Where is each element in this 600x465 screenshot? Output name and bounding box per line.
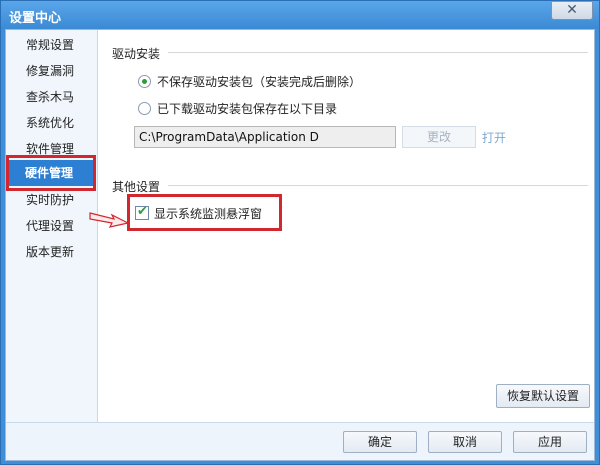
sidebar: 常规设置 修复漏洞 查杀木马 系统优化 软件管理 硬件管理 实时防护 代理设置 …: [6, 30, 98, 422]
client-area: 常规设置 修复漏洞 查杀木马 系统优化 软件管理 硬件管理 实时防护 代理设置 …: [5, 29, 595, 461]
close-button[interactable]: ✕: [551, 2, 593, 20]
open-folder-link[interactable]: 打开: [482, 129, 506, 146]
sidebar-item-proxy[interactable]: 代理设置: [6, 213, 97, 239]
footer-bar: 确定 取消 应用: [6, 422, 594, 460]
pointer-arrow-icon: [89, 212, 130, 228]
highlight-box-nav: [6, 155, 96, 191]
settings-window: 设置中心 ✕ 常规设置 修复漏洞 查杀木马 系统优化 软件管理 硬件管理 实时防…: [0, 0, 600, 465]
sidebar-item-trojan[interactable]: 查杀木马: [6, 84, 97, 110]
ok-button[interactable]: 确定: [343, 431, 417, 453]
highlight-box-checkbox: [127, 194, 282, 231]
sidebar-item-optimize[interactable]: 系统优化: [6, 110, 97, 136]
driver-path-field[interactable]: C:\ProgramData\Application D: [134, 126, 396, 148]
radio-no-keep-circle[interactable]: [138, 75, 151, 88]
sidebar-item-general[interactable]: 常规设置: [6, 32, 97, 58]
group-title-driver: 驱动安装: [112, 47, 161, 61]
sidebar-item-update[interactable]: 版本更新: [6, 239, 97, 265]
restore-defaults-button[interactable]: 恢复默认设置: [496, 384, 590, 408]
close-icon: ✕: [566, 2, 578, 18]
radio-keep-label: 已下载驱动安装包保存在以下目录: [157, 102, 338, 116]
group-divider: [168, 52, 588, 53]
window-title: 设置中心: [9, 11, 62, 26]
radio-keep-circle[interactable]: [138, 102, 151, 115]
radio-no-keep[interactable]: 不保存驱动安装包（安装完成后删除）: [138, 73, 438, 91]
cancel-button[interactable]: 取消: [428, 431, 502, 453]
sidebar-item-repair[interactable]: 修复漏洞: [6, 58, 97, 84]
radio-keep[interactable]: 已下载驱动安装包保存在以下目录: [138, 100, 438, 118]
title-bar[interactable]: 设置中心 ✕: [1, 1, 599, 29]
group-divider: [168, 185, 588, 186]
apply-button[interactable]: 应用: [513, 431, 587, 453]
radio-no-keep-label: 不保存驱动安装包（安装完成后删除）: [157, 75, 362, 89]
group-title-other: 其他设置: [112, 180, 161, 194]
change-path-button[interactable]: 更改: [402, 126, 476, 148]
